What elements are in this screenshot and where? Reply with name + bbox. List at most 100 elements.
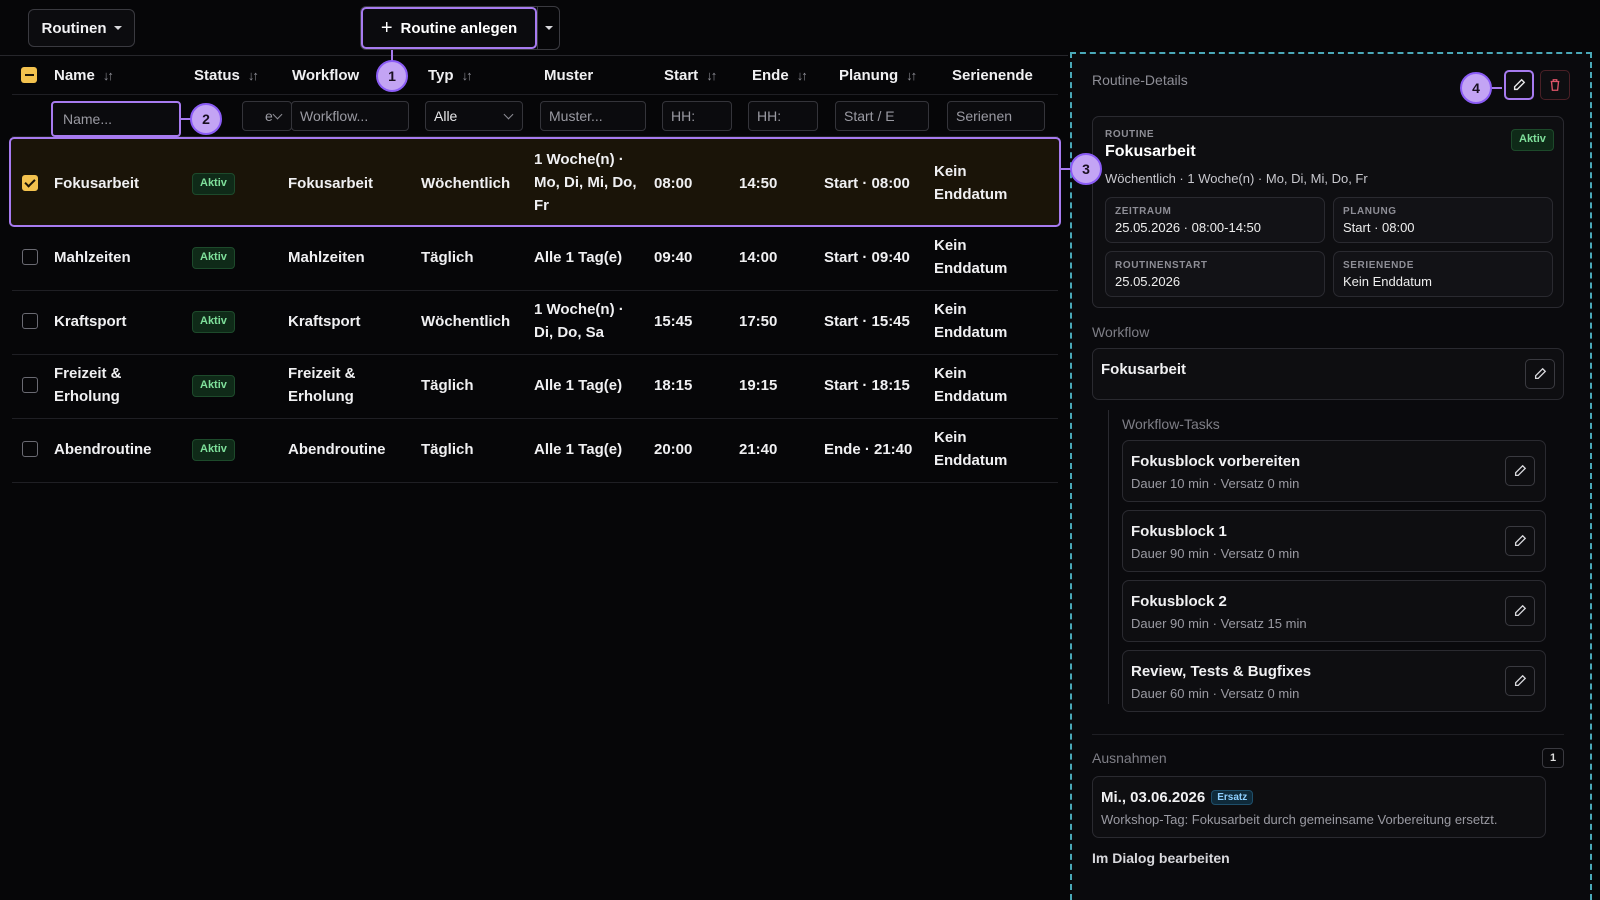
end-filter-input[interactable]: HH: — [748, 101, 818, 131]
routine-status-badge: Aktiv — [1511, 129, 1554, 151]
column-header-name[interactable]: Name ↓↑ — [54, 67, 114, 84]
pencil-icon — [1514, 604, 1527, 617]
row-workflow: Freizeit & Erholung — [288, 362, 356, 408]
period-box: ZEITRAUM 25.05.2026 · 08:00-14:50 — [1105, 197, 1325, 243]
workflow-filter-input[interactable]: Workflow... — [291, 101, 409, 131]
workflow-section-label: Workflow — [1092, 324, 1150, 340]
row-type: Täglich — [421, 249, 474, 266]
row-checkbox[interactable] — [22, 441, 38, 457]
marker-3: 3 — [1070, 153, 1102, 185]
row-type: Wöchentlich — [421, 313, 511, 330]
row-start: 08:00 — [654, 175, 693, 192]
status-filter-value: e — [265, 108, 273, 124]
name-filter-input[interactable]: Name... — [51, 101, 181, 137]
series-end-caption: SERIENENDE — [1343, 260, 1415, 271]
planning-value: Start · 08:00 — [1343, 220, 1415, 235]
edit-task-button[interactable] — [1505, 526, 1535, 556]
marker-1: 1 — [376, 60, 408, 92]
task-title: Fokusblock vorbereiten — [1131, 453, 1301, 470]
table-row[interactable]: Abendroutine Aktiv Abendroutine Täglich … — [12, 419, 1058, 483]
row-series-line: Enddatum — [934, 186, 1008, 203]
row-name: Mahlzeiten — [54, 249, 131, 266]
row-checkbox[interactable] — [22, 175, 38, 191]
exception-note: Workshop-Tag: Fokusarbeit durch gemeinsa… — [1101, 812, 1498, 827]
task-card: Fokusblock 2 Dauer 90 min · Versatz 15 m… — [1122, 580, 1546, 642]
row-workflow: Kraftsport — [288, 313, 361, 330]
routine-name: Fokusarbeit — [1105, 143, 1196, 160]
routines-dropdown-button[interactable]: Routinen — [28, 9, 135, 47]
column-label: Muster — [544, 67, 594, 84]
row-start: 20:00 — [654, 441, 693, 458]
start-filter-input[interactable]: HH: — [662, 101, 732, 131]
column-header-workflow: Workflow — [292, 67, 359, 84]
edit-task-button[interactable] — [1505, 596, 1535, 626]
row-end: 19:15 — [739, 377, 778, 394]
row-checkbox[interactable] — [22, 249, 38, 265]
column-header-status[interactable]: Status ↓↑ — [194, 67, 259, 84]
status-badge: Aktiv — [192, 375, 235, 397]
pencil-icon — [1514, 674, 1527, 687]
edit-routine-button[interactable] — [1504, 70, 1534, 100]
column-header-end[interactable]: Ende ↓↑ — [752, 67, 808, 84]
edit-workflow-button[interactable] — [1525, 359, 1555, 389]
row-planning: Start · 08:00 — [824, 175, 910, 192]
row-type: Täglich — [421, 441, 474, 458]
planning-box: PLANUNG Start · 08:00 — [1333, 197, 1553, 243]
column-label: Planung — [839, 67, 899, 84]
chevron-down-icon — [272, 109, 283, 120]
plus-icon: + — [380, 17, 393, 39]
series-end-filter-input[interactable]: Serienen — [947, 101, 1045, 131]
row-workflow-line: Freizeit & — [288, 365, 356, 382]
row-checkbox[interactable] — [22, 377, 38, 393]
planning-filter-input[interactable]: Start / E — [835, 101, 929, 131]
row-series-end: Kein Enddatum — [934, 234, 1007, 280]
edit-task-button[interactable] — [1505, 666, 1535, 696]
divider — [1092, 734, 1564, 735]
task-title: Fokusblock 2 — [1131, 593, 1227, 610]
task-card: Fokusblock vorbereiten Dauer 10 min · Ve… — [1122, 440, 1546, 502]
select-all-checkbox[interactable] — [21, 67, 37, 83]
row-series-line: Kein — [934, 163, 967, 180]
table-row[interactable]: Fokusarbeit Aktiv Fokusarbeit Wöchentlic… — [9, 137, 1061, 227]
routine-start-box: ROUTINENSTART 25.05.2026 — [1105, 251, 1325, 297]
row-series-line: Kein — [934, 365, 967, 382]
row-checkbox[interactable] — [22, 313, 38, 329]
row-name: Abendroutine — [54, 441, 152, 458]
delete-routine-button[interactable] — [1540, 70, 1570, 100]
edit-in-dialog-link[interactable]: Im Dialog bearbeiten — [1092, 850, 1230, 866]
row-name: Kraftsport — [54, 313, 127, 330]
row-pattern: 1 Woche(n) · Mo, Di, Mi, Do, Fr — [534, 148, 637, 217]
status-filter-select[interactable]: e — [242, 101, 292, 131]
row-pattern-line: Mo, Di, Mi, Do, — [534, 174, 637, 191]
row-type: Wöchentlich — [421, 175, 511, 192]
exception-card[interactable]: Mi., 03.06.2026 Ersatz Workshop-Tag: Foku… — [1092, 776, 1546, 838]
column-header-planning[interactable]: Planung ↓↑ — [839, 67, 917, 84]
workflow-card: Fokusarbeit — [1092, 348, 1564, 400]
pencil-icon — [1514, 534, 1527, 547]
pattern-filter-input[interactable]: Muster... — [540, 101, 646, 131]
type-filter-select[interactable]: Alle — [425, 101, 523, 131]
table-row[interactable]: Kraftsport Aktiv Kraftsport Wöchentlich … — [12, 291, 1058, 355]
column-header-type[interactable]: Typ ↓↑ — [428, 67, 473, 84]
row-planning: Start · 18:15 — [824, 377, 910, 394]
task-meta: Dauer 90 min · Versatz 0 min — [1131, 546, 1300, 561]
create-routine-button[interactable]: + Routine anlegen — [361, 7, 537, 49]
row-pattern: Alle 1 Tag(e) — [534, 377, 623, 394]
row-series-end: Kein Enddatum — [934, 160, 1007, 206]
edit-task-button[interactable] — [1505, 456, 1535, 486]
marker-4-connector — [1492, 87, 1502, 89]
create-routine-options-button[interactable] — [537, 7, 559, 49]
column-header-series-end: Serienende — [952, 67, 1033, 84]
table-row[interactable]: Freizeit & Erholung Aktiv Freizeit & Erh… — [12, 355, 1058, 419]
caret-down-icon — [113, 26, 122, 30]
status-badge: Aktiv — [192, 311, 235, 333]
row-end: 14:50 — [739, 175, 778, 192]
status-badge: Aktiv — [192, 173, 235, 195]
column-header-start[interactable]: Start ↓↑ — [664, 67, 717, 84]
create-routine-group: + Routine anlegen — [360, 6, 560, 50]
task-card: Review, Tests & Bugfixes Dauer 60 min · … — [1122, 650, 1546, 712]
sort-icon: ↓↑ — [247, 68, 259, 83]
task-meta: Dauer 10 min · Versatz 0 min — [1131, 476, 1300, 491]
column-label: Typ — [428, 67, 454, 84]
table-row[interactable]: Mahlzeiten Aktiv Mahlzeiten Täglich Alle… — [12, 227, 1058, 291]
